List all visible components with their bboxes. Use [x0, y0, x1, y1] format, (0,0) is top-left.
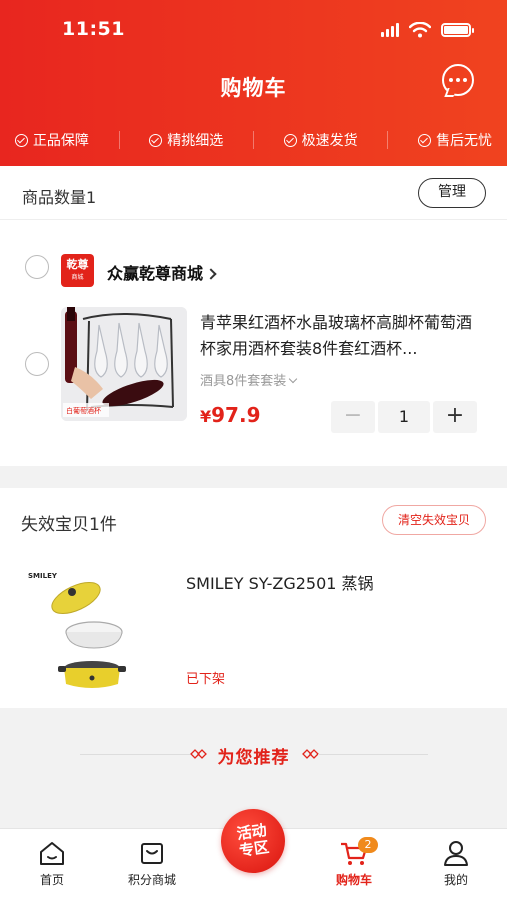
- battery-icon: [441, 23, 474, 37]
- divider: [387, 131, 389, 149]
- decrease-quantity-button[interactable]: −: [331, 401, 375, 433]
- status-time: 11:51: [62, 18, 125, 40]
- clear-invalid-button[interactable]: 清空失效宝贝: [382, 505, 486, 535]
- svg-text:白葡萄酒杯: 白葡萄酒杯: [66, 406, 101, 415]
- user-icon: [444, 841, 468, 866]
- store-select-radio[interactable]: [25, 255, 49, 279]
- check-circle-icon: [283, 133, 297, 147]
- divider: [252, 131, 254, 149]
- assurance-item: 极速发货: [283, 130, 358, 150]
- tab-points-mall[interactable]: 积分商城: [112, 839, 192, 888]
- header: 11:51 购物车 正品保障 精挑细选 极速发货 售后无忧: [0, 0, 507, 166]
- check-circle-icon: [14, 133, 28, 147]
- cart-badge: 2: [358, 837, 378, 853]
- product-image[interactable]: 白葡萄酒杯: [61, 307, 187, 421]
- invalid-item-name[interactable]: SMILEY SY-ZG2501 蒸锅: [186, 570, 374, 594]
- page-title: 购物车: [220, 76, 287, 100]
- product-title[interactable]: 青苹果红酒杯水晶玻璃杯高脚杯葡萄酒杯家用酒杯套装8件套红酒杯...: [200, 310, 486, 362]
- invalid-item-image[interactable]: SMILEY: [28, 568, 138, 688]
- svg-text:SMILEY: SMILEY: [28, 572, 58, 580]
- item-count: 商品数量1: [22, 188, 97, 207]
- signal-icon: [381, 23, 399, 37]
- status-icons: [381, 22, 474, 38]
- invalid-items-title: 失效宝贝1件: [21, 515, 117, 535]
- product-price: ¥97.9: [200, 403, 261, 427]
- tab-mine[interactable]: 我的: [416, 839, 496, 888]
- invalid-item-status: 已下架: [186, 672, 226, 687]
- tab-cart[interactable]: 2 购物车: [314, 837, 394, 888]
- quantity-value[interactable]: 1: [378, 401, 430, 433]
- divider: [118, 131, 120, 149]
- store-logo: 乾尊 商城: [61, 254, 94, 287]
- manage-button[interactable]: 管理: [418, 178, 486, 208]
- divider: [318, 754, 428, 755]
- assurance-label: 正品保障: [32, 133, 89, 149]
- recommend-title: 为您推荐: [217, 748, 290, 768]
- assurance-bar: 正品保障 精挑细选 极速发货 售后无忧: [0, 126, 507, 154]
- assurance-item: 正品保障: [14, 130, 89, 150]
- shopping-bag-icon: [141, 843, 163, 864]
- quantity-stepper: − 1 +: [331, 401, 477, 433]
- promo-zone-button[interactable]: 活动 专区: [216, 804, 290, 878]
- recommend-header: 为您推荐: [0, 738, 507, 772]
- wine-glass-rack-image: 白葡萄酒杯: [61, 307, 187, 421]
- message-icon[interactable]: [442, 64, 474, 96]
- increase-quantity-button[interactable]: +: [433, 401, 477, 433]
- steamer-pot-image: SMILEY: [28, 572, 126, 688]
- assurance-label: 售后无忧: [436, 133, 493, 149]
- chevron-right-icon: [205, 268, 217, 280]
- assurance-label: 极速发货: [301, 133, 358, 149]
- bottom-tab-bar: 首页 积分商城 活动 专区 2 购物车 我的: [0, 804, 507, 900]
- assurance-item: 精挑细选: [149, 130, 223, 150]
- wifi-icon: [409, 22, 431, 38]
- chevron-down-icon: [289, 374, 298, 384]
- product-spec-selector[interactable]: 酒具8件套套装: [200, 370, 298, 389]
- cart-count-bar: 商品数量1 管理: [0, 166, 507, 220]
- assurance-item: 售后无忧: [418, 130, 492, 150]
- home-icon: [40, 842, 64, 865]
- invalid-items-card: 失效宝贝1件 清空失效宝贝 SMILEY SMILEY SY-ZG2501 蒸锅…: [0, 488, 507, 708]
- tab-home[interactable]: 首页: [12, 839, 92, 888]
- status-bar: 11:51: [0, 18, 507, 44]
- store-card: 乾尊 商城 众赢乾尊商城 白葡萄酒杯 青苹果红酒杯水晶玻璃杯高脚杯葡萄酒杯家用酒…: [0, 220, 507, 466]
- store-name-link[interactable]: 众赢乾尊商城: [107, 260, 217, 284]
- check-circle-icon: [418, 133, 432, 147]
- check-circle-icon: [149, 133, 163, 147]
- product-select-radio[interactable]: [25, 352, 49, 376]
- assurance-label: 精挑细选: [167, 133, 224, 149]
- diamond-ornament-icon: [302, 749, 319, 759]
